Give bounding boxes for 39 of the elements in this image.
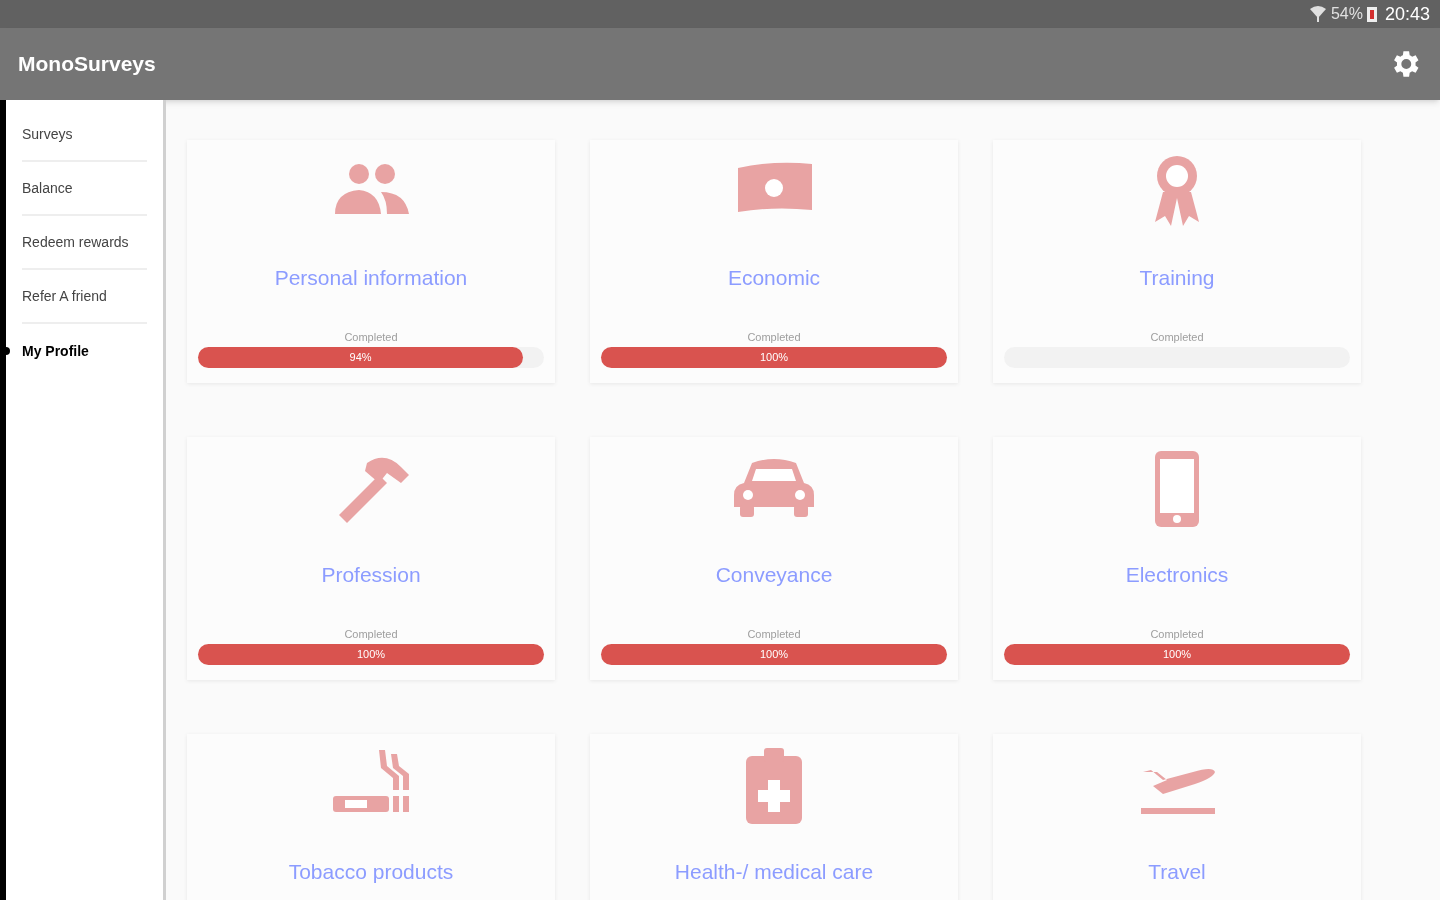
battery-icon bbox=[1366, 6, 1377, 22]
survey-card[interactable]: Economic Completed 100% bbox=[590, 140, 958, 383]
progress-percent: 100% bbox=[1162, 647, 1192, 663]
survey-title: Health-/ medical care bbox=[674, 859, 874, 885]
progress-percent: 100% bbox=[759, 350, 789, 366]
progress-label: Completed bbox=[747, 626, 801, 642]
sidebar-item[interactable]: Redeem rewards bbox=[22, 231, 129, 253]
survey-title: Travel bbox=[1148, 859, 1206, 885]
sidebar-item[interactable]: My Profile bbox=[22, 340, 89, 362]
battery-percent: 54% bbox=[1330, 4, 1363, 24]
progress-label: Completed bbox=[344, 626, 398, 642]
survey-card[interactable]: Training Completed bbox=[993, 140, 1361, 383]
sidebar-item[interactable]: Refer A friend bbox=[22, 285, 107, 307]
progress-label: Completed bbox=[344, 329, 398, 345]
progress-label: Completed bbox=[1150, 329, 1204, 345]
progress-percent: 100% bbox=[759, 647, 789, 663]
survey-card[interactable]: Conveyance Completed 100% bbox=[590, 437, 958, 680]
survey-title: Training bbox=[1139, 265, 1215, 291]
survey-card[interactable]: Health-/ medical care bbox=[590, 734, 958, 900]
progress-percent: 100% bbox=[356, 647, 386, 663]
survey-title: Tobacco products bbox=[288, 859, 454, 885]
progress-label: Completed bbox=[747, 329, 801, 345]
survey-title: Conveyance bbox=[715, 562, 833, 588]
survey-card[interactable]: Travel bbox=[993, 734, 1361, 900]
survey-card[interactable]: Profession Completed 100% bbox=[187, 437, 555, 680]
sidebar-item[interactable]: Balance bbox=[22, 177, 73, 199]
sidebar-item[interactable]: Surveys bbox=[22, 123, 73, 145]
clock-time: 20:43 bbox=[1384, 2, 1430, 26]
survey-title: Electronics bbox=[1125, 562, 1229, 588]
survey-title: Personal information bbox=[274, 265, 468, 291]
survey-card[interactable]: Personal information Completed 94% bbox=[187, 140, 555, 383]
survey-title: Economic bbox=[727, 265, 821, 291]
survey-card[interactable]: Tobacco products bbox=[187, 734, 555, 900]
survey-title: Profession bbox=[321, 562, 421, 588]
survey-card[interactable]: Electronics Completed 100% bbox=[993, 437, 1361, 680]
progress-percent: 94% bbox=[349, 350, 372, 366]
app-title: MonoSurveys bbox=[18, 51, 156, 78]
wifi-icon bbox=[1308, 5, 1327, 23]
progress-label: Completed bbox=[1150, 626, 1204, 642]
